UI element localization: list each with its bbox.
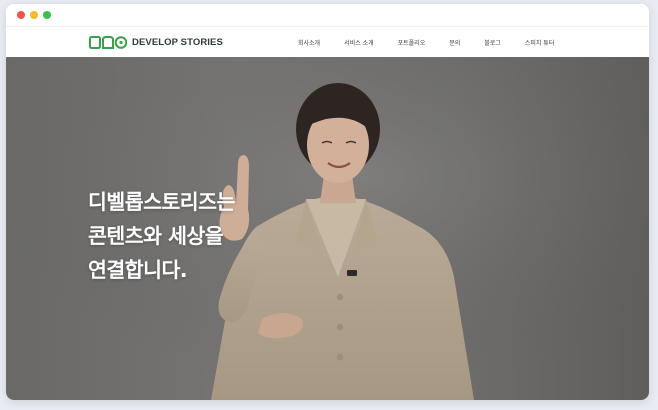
nav-item-blog[interactable]: 블로그 [484,38,501,47]
minimize-dot[interactable] [30,11,38,19]
hero-headline-line: 연결합니다. [88,258,188,282]
hero-headline-line: 디벨롭스토리즈는 [88,190,235,214]
nav-item-company[interactable]: 회사소개 [298,38,320,47]
nav-item-services[interactable]: 서비스 소개 [344,38,374,47]
browser-window: DEVELOP STORIES 회사소개 서비스 소개 포트폴리오 문의 블로그… [6,4,649,400]
hero-section: 디벨롭스토리즈는 콘텐츠와 세상을 연결합니다. [6,57,649,400]
maximize-dot[interactable] [43,11,51,19]
browser-titlebar [6,4,649,26]
logo-mark-icon [89,35,127,49]
main-nav: 회사소개 서비스 소개 포트폴리오 문의 블로그 스피치 튜터 [298,27,578,57]
site-logo[interactable]: DEVELOP STORIES [89,35,223,49]
nav-item-speech-tutor[interactable]: 스피치 튜터 [525,38,555,47]
hero-headline: 디벨롭스토리즈는 콘텐츠와 세상을 연결합니다. [88,185,235,287]
logo-text: DEVELOP STORIES [132,36,223,48]
nav-item-contact[interactable]: 문의 [449,38,460,47]
close-dot[interactable] [17,11,25,19]
nav-item-portfolio[interactable]: 포트폴리오 [398,38,426,47]
site-header: DEVELOP STORIES 회사소개 서비스 소개 포트폴리오 문의 블로그… [6,26,649,58]
hero-headline-line: 콘텐츠와 세상을 [88,224,224,248]
